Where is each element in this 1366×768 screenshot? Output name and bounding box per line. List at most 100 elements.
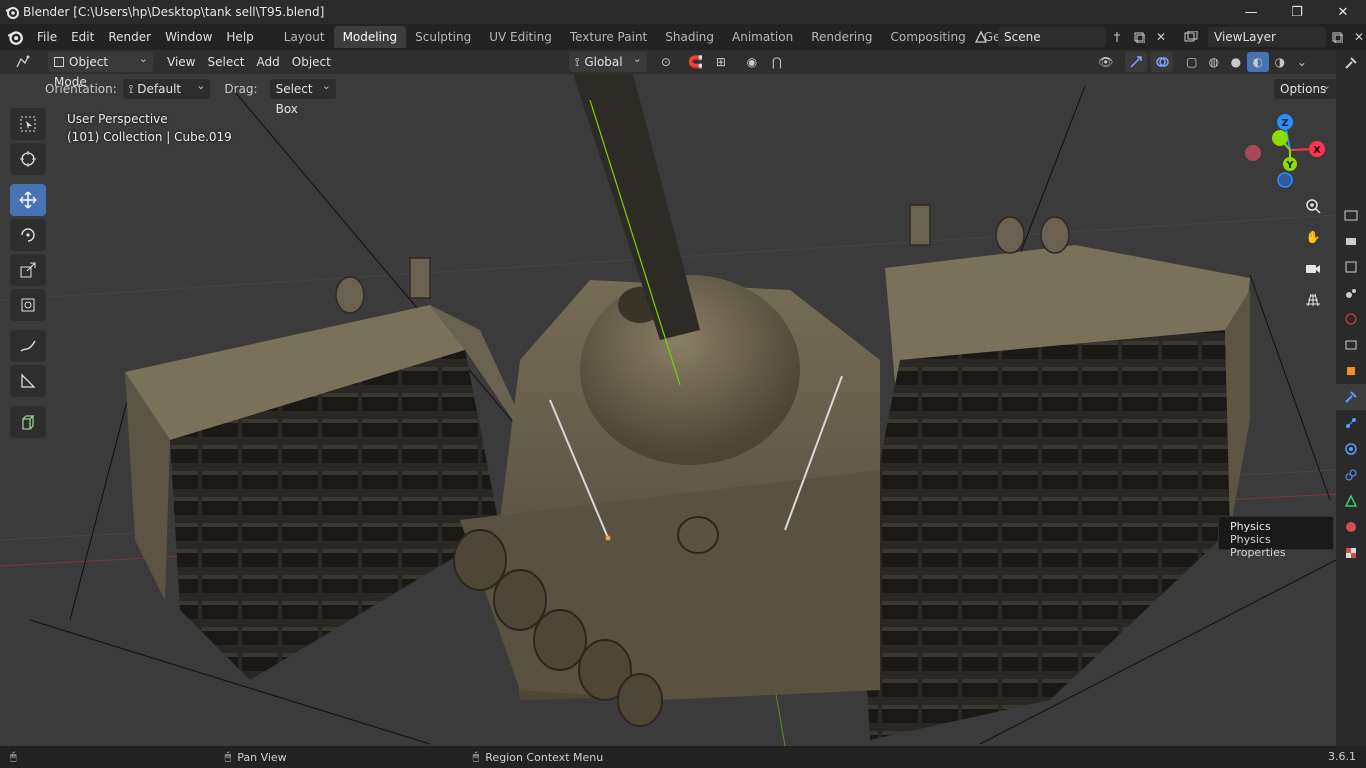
world-icon[interactable] (1336, 306, 1366, 332)
tab-texture-paint[interactable]: Texture Paint (561, 26, 656, 48)
zoom-icon[interactable] (1300, 193, 1326, 219)
orientation-dropdown[interactable]: ⟟ Default (122, 76, 211, 99)
menu-file[interactable]: File (30, 26, 64, 48)
menu-window[interactable]: Window (158, 26, 219, 48)
status-bar: 🖱 🖱 Pan View 🖱 Region Context Menu 3.6.1 (0, 746, 1366, 768)
snap-target-icon[interactable]: ⊞ (707, 52, 735, 72)
rendered-shading-icon[interactable]: ◑ (1269, 52, 1291, 72)
move-icon[interactable] (10, 184, 46, 216)
add-cube-icon[interactable] (10, 406, 46, 438)
remove-scene-icon[interactable]: ✕ (1150, 27, 1172, 47)
remove-view-layer-icon[interactable]: ✕ (1348, 27, 1366, 47)
menu-edit[interactable]: Edit (64, 26, 101, 48)
tank-model-render (0, 74, 1336, 746)
navigation-gizmo[interactable]: X Z Y (1240, 112, 1330, 192)
output-icon[interactable] (1336, 228, 1366, 254)
tool-icon[interactable] (1336, 50, 1366, 76)
viewport-menu-view[interactable]: View (161, 55, 201, 69)
view-layer-icon[interactable] (1336, 254, 1366, 280)
material-icon[interactable] (1336, 514, 1366, 540)
data-icon[interactable] (1336, 488, 1366, 514)
editor-type-icon[interactable] (8, 52, 40, 72)
tool-shelf (10, 108, 48, 441)
tab-uv-editing[interactable]: UV Editing (480, 26, 561, 48)
measure-icon[interactable] (10, 365, 46, 397)
viewport-navigation: ✋ (1300, 193, 1328, 317)
camera-icon[interactable] (1300, 255, 1326, 281)
render-icon[interactable] (1336, 202, 1366, 228)
viewport-menu-select[interactable]: Select (201, 55, 250, 69)
object-icon[interactable] (1336, 358, 1366, 384)
close-button[interactable]: ✕ (1320, 0, 1366, 24)
scale-icon[interactable] (10, 254, 46, 286)
tab-sculpting[interactable]: Sculpting (406, 26, 480, 48)
workspace-tabs: Layout Modeling Sculpting UV Editing Tex… (275, 24, 1080, 50)
material-preview-icon[interactable]: ◐ (1246, 52, 1269, 72)
annotate-icon[interactable] (10, 330, 46, 362)
status-pan-view: Pan View (237, 750, 287, 764)
solid-shading-icon[interactable]: ● (1225, 52, 1247, 72)
pivot-point-icon[interactable]: ⊙ (651, 52, 681, 72)
title-bar: Blender [C:\Users\hp\Desktop\tank sell\T… (0, 0, 1366, 24)
grid-icon[interactable] (1300, 286, 1326, 312)
snap-icon[interactable]: 🧲 (685, 52, 707, 72)
minimize-button[interactable]: — (1228, 0, 1274, 24)
menu-render[interactable]: Render (101, 26, 158, 48)
falloff-icon[interactable]: ⋂ (763, 52, 791, 72)
tool-settings-bar: Orientation: ⟟Default Drag: Select Box O… (0, 76, 1336, 116)
proportional-edit-icon[interactable]: ◉ (741, 52, 763, 72)
options-dropdown[interactable]: Options (1274, 76, 1336, 99)
scene-icon[interactable] (970, 27, 992, 47)
drag-label: Drag: (224, 82, 258, 96)
pin-icon[interactable] (1106, 27, 1128, 47)
modifier-icon[interactable] (1336, 384, 1366, 410)
texture-icon[interactable] (1336, 540, 1366, 566)
menu-help[interactable]: Help (219, 26, 260, 48)
new-view-layer-icon[interactable] (1326, 27, 1348, 47)
viewport-header: Object Mode View Select Add Object ⟟ Glob… (0, 49, 1336, 89)
3d-viewport[interactable] (0, 74, 1336, 746)
particles-icon[interactable] (1336, 410, 1366, 436)
tab-layout[interactable]: Layout (275, 26, 334, 48)
xray-icon[interactable]: ▢ (1181, 52, 1203, 72)
viewport-menu-object[interactable]: Object (286, 55, 337, 69)
object-mode-dropdown[interactable]: Object Mode (48, 49, 153, 89)
scene-name-field[interactable]: Scene (998, 27, 1106, 47)
top-bar: File Edit Render Window Help Layout Mode… (0, 24, 1366, 50)
overlay-toggle-icon[interactable] (1150, 52, 1173, 72)
tab-modeling[interactable]: Modeling (333, 26, 407, 48)
view-layer-field[interactable]: ViewLayer (1208, 27, 1326, 47)
hand-icon[interactable]: ✋ (1300, 224, 1326, 250)
gizmo-z-label: Z (1281, 118, 1288, 129)
tooltip-subtitle: Physics Properties (1230, 533, 1286, 559)
cursor-icon[interactable] (10, 143, 46, 175)
scene-icon[interactable] (1336, 280, 1366, 306)
collection-icon[interactable] (1336, 332, 1366, 358)
properties-tab-strip (1336, 50, 1366, 746)
select-box-icon[interactable] (10, 108, 46, 140)
constraints-icon[interactable] (1336, 462, 1366, 488)
tab-shading[interactable]: Shading (656, 26, 723, 48)
drag-dropdown[interactable]: Select Box (269, 76, 336, 116)
scene-selector: Scene ✕ ViewLayer ✕ (970, 26, 1366, 48)
viewport-menu-add[interactable]: Add (251, 55, 286, 69)
mouse-left-icon: 🖱 (10, 750, 17, 763)
transform-icon[interactable] (10, 289, 46, 321)
orientation-icon: ⟟ (574, 55, 580, 69)
tab-rendering[interactable]: Rendering (802, 26, 881, 48)
tab-compositing[interactable]: Compositing (881, 26, 974, 48)
blender-menu-icon[interactable] (0, 24, 30, 50)
physics-icon[interactable] (1336, 436, 1366, 462)
gizmo-y-label: Y (1285, 160, 1294, 171)
transform-orientation-label: Global (584, 55, 623, 69)
gizmo-toggle-icon[interactable] (1124, 52, 1147, 72)
maximize-button[interactable]: ❐ (1274, 0, 1320, 24)
tab-animation[interactable]: Animation (723, 26, 802, 48)
wireframe-shading-icon[interactable]: ◍ (1203, 52, 1225, 72)
view-layer-icon[interactable] (1180, 27, 1202, 47)
transform-orientation-dropdown[interactable]: ⟟ Global (568, 49, 647, 72)
shading-options-icon[interactable]: ⌄ (1291, 52, 1313, 72)
new-scene-icon[interactable] (1128, 27, 1150, 47)
visibility-icon[interactable]: 👁 (1091, 52, 1121, 72)
rotate-icon[interactable] (10, 219, 46, 251)
